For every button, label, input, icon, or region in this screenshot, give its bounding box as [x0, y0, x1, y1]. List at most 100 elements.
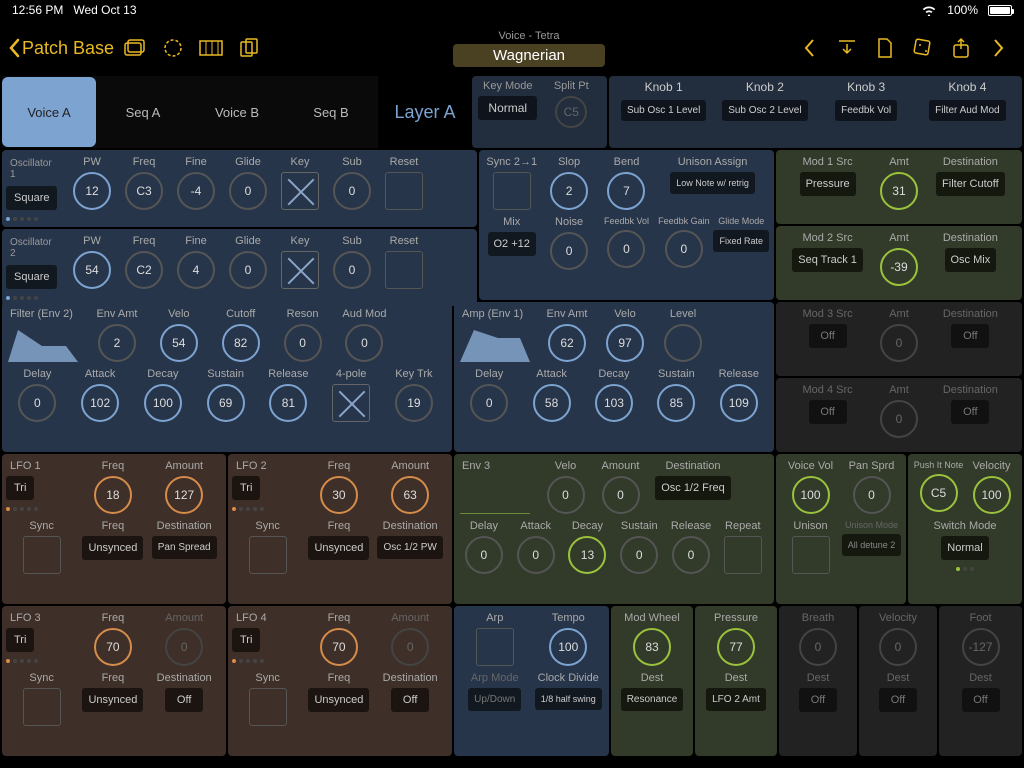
unison-mode[interactable]: All detune 2 [842, 534, 902, 556]
mod4-src[interactable]: Off [809, 400, 847, 424]
amp-velo[interactable]: 97 [606, 324, 644, 362]
lfo4-wave[interactable]: Tri [232, 628, 260, 652]
back-button[interactable]: Patch Base [8, 38, 114, 59]
filter-velo[interactable]: 54 [160, 324, 198, 362]
arp-mode[interactable]: Up/Down [468, 688, 521, 711]
lfo3-wave[interactable]: Tri [6, 628, 34, 652]
knob2-select[interactable]: Sub Osc 2 Level [722, 100, 807, 121]
filter-sustain[interactable]: 69 [207, 384, 245, 422]
modwheel-dest[interactable]: Resonance [621, 688, 684, 711]
lfo1-freq2[interactable]: Unsynced [82, 536, 143, 560]
amp-env-graph[interactable] [458, 324, 530, 362]
mod2-src[interactable]: Seq Track 1 [792, 248, 863, 272]
mod4-dest[interactable]: Off [951, 400, 989, 424]
download-icon[interactable] [830, 31, 864, 65]
lfo1-wave[interactable]: Tri [6, 476, 34, 500]
lfo4-amount[interactable]: 0 [391, 628, 429, 666]
env3-repeat[interactable] [724, 536, 762, 574]
lfo2-amount[interactable]: 63 [391, 476, 429, 514]
lfo1-dest[interactable]: Pan Spread [152, 536, 217, 559]
env3-release[interactable]: 0 [672, 536, 710, 574]
env3-dest[interactable]: Osc 1/2 Freq [655, 476, 731, 500]
foot-amt[interactable]: -127 [962, 628, 1000, 666]
mod2-amt[interactable]: -39 [880, 248, 918, 286]
osc2-wave[interactable]: Square [6, 265, 57, 289]
filter-keytrk[interactable]: 19 [395, 384, 433, 422]
lfo4-freq2[interactable]: Unsynced [308, 688, 369, 712]
pressure-dest[interactable]: LFO 2 Amt [706, 688, 766, 711]
lfo2-dest[interactable]: Osc 1/2 PW [377, 536, 442, 559]
env3-amount[interactable]: 0 [602, 476, 640, 514]
dice-icon[interactable] [906, 31, 940, 65]
osc2-fine-dial[interactable]: 4 [177, 251, 215, 289]
copy-icon[interactable] [232, 31, 266, 65]
next-icon[interactable] [982, 31, 1016, 65]
breath-dest[interactable]: Off [799, 688, 837, 712]
glidemode-select[interactable]: Fixed Rate [713, 230, 769, 252]
tab-voice-a[interactable]: Voice A [2, 77, 96, 147]
mod1-amt[interactable]: 31 [880, 172, 918, 210]
lfo2-sync[interactable] [249, 536, 287, 574]
fbvol-dial[interactable]: 0 [607, 230, 645, 268]
push-mode[interactable]: Normal [941, 536, 988, 560]
osc1-sub-dial[interactable]: 0 [333, 172, 371, 210]
filter-4pole[interactable] [332, 384, 370, 422]
lfo3-freq[interactable]: 70 [94, 628, 132, 666]
filter-cutoff[interactable]: 82 [222, 324, 260, 362]
osc1-wave[interactable]: Square [6, 186, 57, 210]
lfo2-wave[interactable]: Tri [232, 476, 260, 500]
lfo3-sync[interactable] [23, 688, 61, 726]
lfo4-dest[interactable]: Off [391, 688, 429, 712]
env3-decay[interactable]: 13 [568, 536, 606, 574]
prev-icon[interactable] [792, 31, 826, 65]
osc2-glide-dial[interactable]: 0 [229, 251, 267, 289]
knob4-select[interactable]: Filter Aud Mod [929, 100, 1005, 121]
push-velo[interactable]: 100 [973, 476, 1011, 514]
knob3-select[interactable]: Feedbk Vol [835, 100, 897, 121]
foot-dest[interactable]: Off [962, 688, 1000, 712]
unison-assign-select[interactable]: Low Note w/ retrig [670, 172, 755, 194]
amp-delay[interactable]: 0 [470, 384, 508, 422]
osc1-reset-toggle[interactable] [385, 172, 423, 210]
env3-graph[interactable] [458, 476, 530, 514]
lfo2-freq[interactable]: 30 [320, 476, 358, 514]
osc2-freq-dial[interactable]: C2 [125, 251, 163, 289]
lfo3-amount[interactable]: 0 [165, 628, 203, 666]
patch-header[interactable]: Voice - Tetra Wagnerian [439, 30, 619, 67]
arp-tempo[interactable]: 100 [549, 628, 587, 666]
lfo3-dest[interactable]: Off [165, 688, 203, 712]
filter-envamt[interactable]: 2 [98, 324, 136, 362]
mod3-src[interactable]: Off [809, 324, 847, 348]
random-icon[interactable] [156, 31, 190, 65]
tab-voice-b[interactable]: Voice B [190, 77, 284, 147]
library-icon[interactable] [118, 31, 152, 65]
share-icon[interactable] [944, 31, 978, 65]
lfo3-freq2[interactable]: Unsynced [82, 688, 143, 712]
velocity-amt[interactable]: 0 [879, 628, 917, 666]
amp-decay[interactable]: 103 [595, 384, 633, 422]
new-icon[interactable] [868, 31, 902, 65]
push-note[interactable]: C5 [920, 474, 958, 512]
osc1-fine-dial[interactable]: -4 [177, 172, 215, 210]
filter-delay[interactable]: 0 [18, 384, 56, 422]
bend-dial[interactable]: 7 [607, 172, 645, 210]
mod2-dest[interactable]: Osc Mix [945, 248, 997, 272]
lfo2-freq2[interactable]: Unsynced [308, 536, 369, 560]
osc2-sub-dial[interactable]: 0 [333, 251, 371, 289]
voice-vol[interactable]: 100 [792, 476, 830, 514]
arp-clock[interactable]: 1/8 half swing [535, 688, 602, 710]
mod3-dest[interactable]: Off [951, 324, 989, 348]
filter-reson[interactable]: 0 [284, 324, 322, 362]
pressure-amt[interactable]: 77 [717, 628, 755, 666]
modwheel-amt[interactable]: 83 [633, 628, 671, 666]
osc2-pw-dial[interactable]: 54 [73, 251, 111, 289]
amp-level[interactable] [664, 324, 702, 362]
mix-select[interactable]: O2 +12 [488, 232, 536, 256]
lfo1-sync[interactable] [23, 536, 61, 574]
amp-attack[interactable]: 58 [533, 384, 571, 422]
amp-release[interactable]: 109 [720, 384, 758, 422]
osc1-freq-dial[interactable]: C3 [125, 172, 163, 210]
knob1-select[interactable]: Sub Osc 1 Level [621, 100, 706, 121]
velocity-dest[interactable]: Off [879, 688, 917, 712]
filter-audmod[interactable]: 0 [345, 324, 383, 362]
